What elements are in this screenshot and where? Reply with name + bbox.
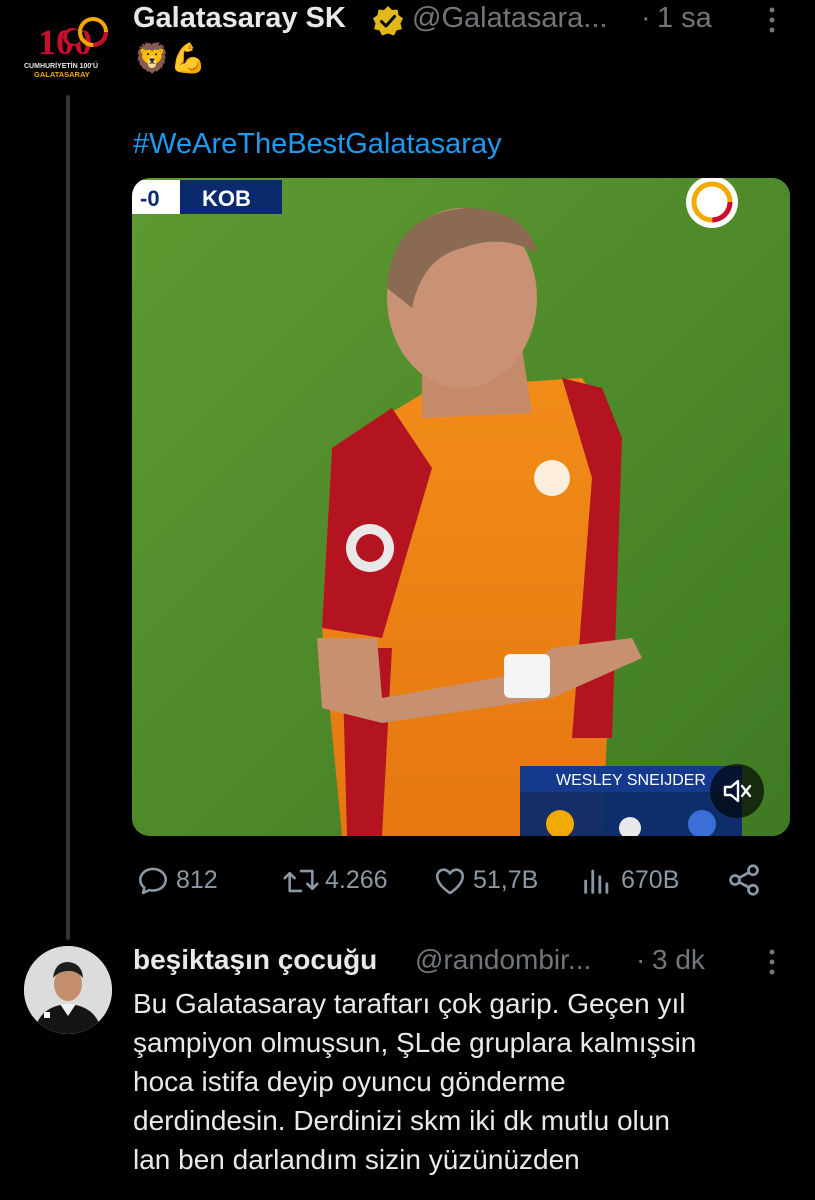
retweet-button[interactable] [281, 864, 321, 903]
like-button[interactable] [432, 864, 468, 903]
share-icon [729, 864, 759, 896]
views-count: 670B [621, 866, 680, 894]
reply-button[interactable] [136, 864, 170, 898]
like-count: 51,7B [473, 866, 539, 894]
time-separator: · [641, 2, 651, 34]
reply-icon [138, 867, 168, 895]
reply-line: hoca istifa deyip oyuncu gönderme [133, 1066, 566, 1097]
retweet-icon [283, 869, 319, 893]
views-button[interactable] [580, 864, 614, 903]
heart-icon [435, 868, 465, 895]
reply-time[interactable]: 3 dk [652, 944, 705, 976]
tweet-emojis: 🦁💪 [134, 43, 207, 75]
speaker-muted-icon [723, 779, 752, 803]
hashtag-link[interactable]: #WeAreTheBestGalatasaray [133, 128, 502, 161]
video-frame: -0 KOB WESLEY SNEIJDER [132, 178, 790, 836]
verified-badge-icon [372, 5, 404, 42]
scoreboard-score: -0 [140, 186, 160, 211]
mute-toggle-button[interactable] [710, 764, 764, 818]
reply-time-separator: · [636, 944, 646, 975]
author-handle[interactable]: @Galatasara... [412, 2, 607, 35]
views-chart-icon [584, 869, 609, 894]
reply-count: 812 [176, 866, 218, 894]
avatar[interactable]: 100 CUMHURİYETİN 100'Ü GALATASARAY [20, 10, 116, 82]
player-caption: WESLEY SNEIJDER [556, 772, 706, 789]
share-button[interactable] [726, 862, 762, 903]
logo-caption-line1: CUMHURİYETİN 100'Ü [24, 61, 98, 70]
thread-connector-line [66, 95, 70, 940]
galatasaray-100-logo: 100 CUMHURİYETİN 100'Ü GALATASARAY [24, 17, 108, 79]
author-name[interactable]: Galatasaray SK [133, 2, 346, 35]
reply-author-avatar[interactable] [24, 946, 112, 1034]
reply-line: şampiyon olmuşsun, ŞLde gruplara kalmışs… [133, 1027, 697, 1058]
tweet-time[interactable]: 1 sa [657, 2, 712, 35]
reply-author-name[interactable]: beşiktaşın çocuğu [133, 944, 377, 976]
reply-body: Bu Galatasaray taraftarı çok garip. Geçe… [133, 984, 793, 1179]
logo-caption-line2: GALATASARAY [34, 70, 90, 79]
reply-line: derdindesin. Derdinizi skm iki dk mutlu … [133, 1105, 670, 1136]
retweet-count: 4.266 [325, 866, 388, 894]
reply-more-options-icon[interactable] [762, 946, 782, 983]
reply-author-handle[interactable]: @randombir... [415, 944, 591, 976]
video-player[interactable]: -0 KOB WESLEY SNEIJDER [132, 178, 790, 836]
reply-line: lan ben darlandım sizin yüzünüzden [133, 1144, 580, 1175]
scoreboard-team: KOB [202, 186, 251, 211]
more-options-icon[interactable] [762, 4, 782, 41]
reply-line: Bu Galatasaray taraftarı çok garip. Geçe… [133, 988, 686, 1019]
